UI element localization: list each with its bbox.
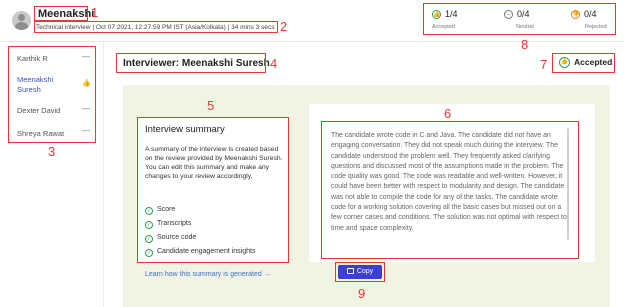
annotation-box-1 bbox=[34, 6, 88, 21]
annotation-label-6: 6 bbox=[444, 106, 452, 121]
annotation-label-4: 4 bbox=[270, 56, 278, 71]
annotation-box-7 bbox=[552, 53, 615, 73]
annotation-label-1: 1 bbox=[91, 5, 99, 20]
learn-more-link[interactable]: Learn how this summary is generated → bbox=[145, 271, 271, 278]
annotation-box-6 bbox=[321, 121, 579, 259]
annotation-label-9: 9 bbox=[358, 286, 366, 301]
annotation-label-2: 2 bbox=[280, 19, 288, 34]
annotation-box-9 bbox=[335, 262, 385, 282]
annotation-label-8: 8 bbox=[521, 37, 529, 52]
annotation-label-5: 5 bbox=[207, 98, 215, 113]
annotation-box-8 bbox=[423, 3, 616, 35]
annotation-label-7: 7 bbox=[540, 57, 548, 72]
annotation-box-5 bbox=[137, 117, 289, 263]
annotation-box-2 bbox=[34, 21, 278, 33]
annotation-box-3 bbox=[8, 46, 96, 143]
annotation-box-4 bbox=[116, 53, 266, 73]
avatar bbox=[12, 11, 31, 30]
annotation-label-3: 3 bbox=[48, 144, 56, 159]
